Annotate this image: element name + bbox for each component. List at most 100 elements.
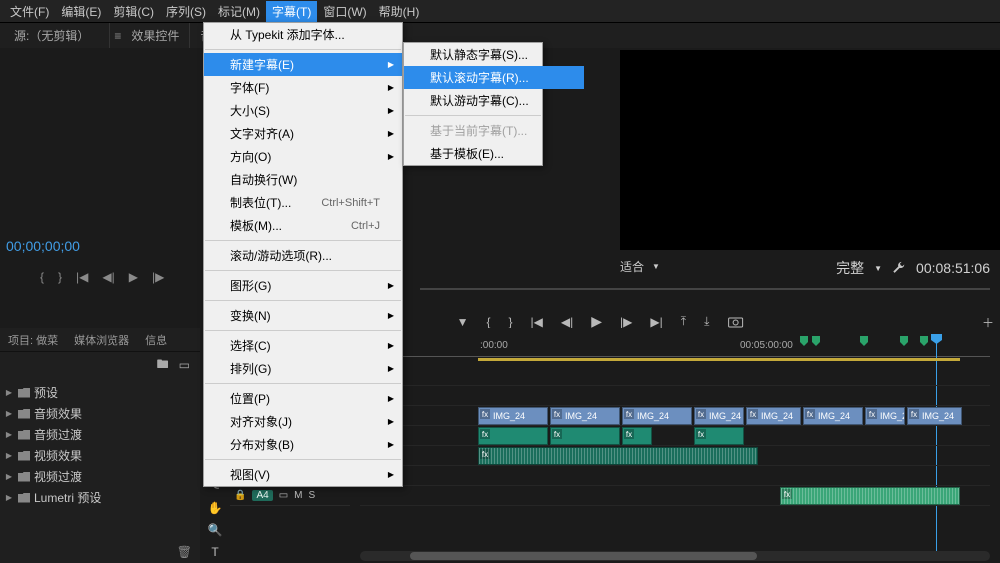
menu-item[interactable]: 默认滚动字幕(R)...	[404, 66, 584, 89]
menu-marker[interactable]: 标记(M)	[212, 1, 266, 22]
timeline-ruler[interactable]: :00:00 00:05:00:00	[360, 334, 990, 362]
lock-icon[interactable]: 🔒	[234, 490, 246, 501]
menu-item[interactable]: 默认游动字幕(C)...	[404, 89, 584, 112]
menu-item[interactable]: 大小(S)	[204, 99, 402, 122]
menu-item[interactable]: 视图(V)	[204, 463, 402, 486]
type-tool-icon[interactable]: T	[211, 544, 218, 560]
lift-icon[interactable]: ⤒	[681, 314, 686, 329]
tab-info[interactable]: 信息	[137, 328, 175, 352]
video-clip[interactable]: fxIMG_24	[694, 407, 744, 425]
sequence-marker[interactable]	[812, 336, 820, 346]
mark-out-icon[interactable]: }	[509, 315, 513, 329]
track-a3[interactable]	[360, 466, 990, 486]
step-back-icon[interactable]: ◀|	[561, 315, 573, 329]
step-fwd-icon[interactable]: |▶	[152, 270, 164, 284]
video-clip[interactable]: fxIMG_24	[746, 407, 801, 425]
video-clip[interactable]: fxIMG_24	[865, 407, 905, 425]
trash-icon[interactable]: 🗑	[177, 545, 192, 559]
scrollbar-thumb[interactable]	[410, 552, 757, 560]
menu-item[interactable]: 自动换行(W)	[204, 168, 402, 191]
resolution-dropdown[interactable]: 完整	[836, 258, 864, 278]
export-frame-icon[interactable]	[727, 316, 743, 328]
timeline-zoom-scrollbar[interactable]	[360, 551, 990, 561]
menu-item[interactable]: 对齐对象(J)	[204, 410, 402, 433]
program-monitor[interactable]	[620, 50, 1000, 250]
menu-item[interactable]: 选择(C)	[204, 334, 402, 357]
menu-window[interactable]: 窗口(W)	[317, 1, 372, 22]
mark-in-icon[interactable]: {	[40, 270, 44, 284]
video-clip[interactable]: fxIMG_24	[478, 407, 548, 425]
tree-row-audio-fx[interactable]: ▶音频效果	[4, 403, 200, 424]
goto-in-icon[interactable]: |◀	[76, 270, 88, 284]
menu-item[interactable]: 模板(M)...Ctrl+J	[204, 214, 402, 237]
menu-item[interactable]: 默认静态字幕(S)...	[404, 43, 584, 66]
tab-project[interactable]: 项目: 做菜	[0, 328, 66, 352]
step-back-icon[interactable]: ◀|	[102, 270, 114, 284]
audio-clip[interactable]: fx	[478, 427, 548, 445]
menu-clip[interactable]: 剪辑(C)	[107, 1, 160, 22]
add-marker-icon[interactable]: ▼	[457, 315, 469, 329]
menu-sequence[interactable]: 序列(S)	[160, 1, 212, 22]
tree-row-presets[interactable]: ▶预设	[4, 382, 200, 403]
mark-out-icon[interactable]: }	[58, 270, 62, 284]
program-scrubber[interactable]	[420, 283, 990, 295]
menu-item[interactable]: 基于模板(E)...	[404, 142, 584, 165]
menu-item[interactable]: 字体(F)	[204, 76, 402, 99]
close-icon[interactable]: ≡	[114, 29, 121, 43]
track-a4[interactable]: fx	[360, 486, 990, 506]
audio-clip[interactable]: fx	[478, 447, 758, 465]
video-clip[interactable]: fxIMG_24	[622, 407, 692, 425]
tree-row-video-tr[interactable]: ▶视频过渡	[4, 466, 200, 487]
audio-clip[interactable]: fx	[780, 487, 960, 505]
video-clip[interactable]: fxIMG_24	[907, 407, 962, 425]
track-v3[interactable]	[360, 366, 990, 386]
track-area[interactable]: fxIMG_24 fxIMG_24 fxIMG_24 fxIMG_24 fxIM…	[360, 366, 990, 506]
audio-clip[interactable]: fx	[622, 427, 652, 445]
goto-in-icon[interactable]: |◀	[531, 315, 543, 329]
menu-item[interactable]: 文字对齐(A)	[204, 122, 402, 145]
extract-icon[interactable]: ⤓	[704, 314, 709, 329]
work-area-bar[interactable]	[478, 358, 960, 361]
menu-help[interactable]: 帮助(H)	[373, 1, 426, 22]
new-bin-icon[interactable]: 🖿	[157, 355, 169, 376]
track-a2[interactable]: fx	[360, 446, 990, 466]
audio-clip[interactable]: fx	[694, 427, 744, 445]
track-v1[interactable]: fxIMG_24 fxIMG_24 fxIMG_24 fxIMG_24 fxIM…	[360, 406, 990, 426]
sequence-marker[interactable]	[860, 336, 868, 346]
tree-row-lumetri[interactable]: ▶Lumetri 预设	[4, 487, 200, 508]
sequence-marker[interactable]	[800, 336, 808, 346]
menu-item[interactable]: 位置(P)	[204, 387, 402, 410]
tree-row-video-fx[interactable]: ▶视频效果	[4, 445, 200, 466]
tree-row-audio-tr[interactable]: ▶音频过渡	[4, 424, 200, 445]
track-v2[interactable]	[360, 386, 990, 406]
goto-out-icon[interactable]: ▶|	[650, 315, 662, 329]
menu-item[interactable]: 方向(O)	[204, 145, 402, 168]
track-header-a4[interactable]: 🔒A4▭MS	[230, 486, 350, 506]
tab-source[interactable]: 源:（无剪辑）	[4, 23, 110, 48]
new-item-icon[interactable]: ▭	[179, 358, 190, 372]
sequence-marker[interactable]	[900, 336, 908, 346]
menu-item[interactable]: 变换(N)	[204, 304, 402, 327]
menu-item[interactable]: 制表位(T)...Ctrl+Shift+T	[204, 191, 402, 214]
menu-file[interactable]: 文件(F)	[4, 1, 55, 22]
toggle-output-icon[interactable]: ▭	[279, 490, 288, 501]
menu-edit[interactable]: 编辑(E)	[55, 1, 107, 22]
tab-effect-controls[interactable]: 效果控件	[121, 23, 190, 48]
mute-icon[interactable]: M	[294, 490, 302, 501]
play-icon[interactable]: ▶	[129, 270, 138, 284]
menu-item[interactable]: 新建字幕(E)	[204, 53, 402, 76]
track-a1[interactable]: fx fx fx fx	[360, 426, 990, 446]
audio-clip[interactable]: fx	[550, 427, 620, 445]
zoom-fit-dropdown[interactable]: 适合 ▼	[620, 258, 660, 275]
video-clip[interactable]: fxIMG_24	[550, 407, 620, 425]
sequence-marker[interactable]	[920, 336, 928, 346]
menu-item[interactable]: 分布对象(B)	[204, 433, 402, 456]
mark-in-icon[interactable]: {	[487, 315, 491, 329]
hand-tool-icon[interactable]: ✋	[208, 500, 223, 516]
video-clip[interactable]: fxIMG_24	[803, 407, 863, 425]
solo-icon[interactable]: S	[308, 490, 315, 501]
wrench-icon[interactable]	[892, 261, 906, 275]
menu-title[interactable]: 字幕(T)	[266, 1, 317, 22]
step-fwd-icon[interactable]: |▶	[620, 315, 632, 329]
zoom-tool-icon[interactable]: 🔍	[208, 522, 223, 538]
